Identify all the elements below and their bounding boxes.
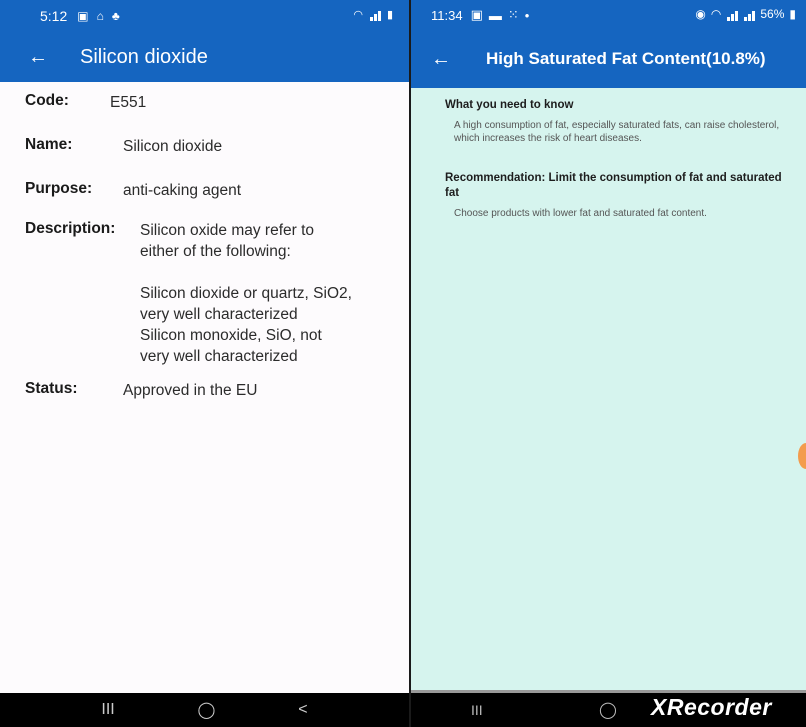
navigation-bar: III ◯ XRecorder	[411, 690, 806, 727]
section-heading: What you need to know	[445, 99, 574, 111]
recent-apps-button[interactable]: III	[471, 702, 483, 718]
code-row: Code: E551	[25, 92, 146, 113]
info-section: What you need to know A high consumption…	[445, 98, 785, 145]
image-icon: ▣	[77, 9, 89, 23]
status-row: Status: Approved in the EU	[25, 380, 257, 401]
description-value: Silicon oxide may refer to either of the…	[140, 220, 352, 367]
status-label: Status:	[25, 380, 78, 397]
battery-icon: ▮	[789, 7, 796, 21]
name-label: Name:	[25, 136, 73, 153]
nutrient-info: What you need to know A high consumption…	[445, 98, 785, 220]
info-section: Recommendation: Limit the consumption of…	[445, 171, 785, 220]
wifi-icon: ◠	[353, 9, 363, 21]
xrecorder-watermark: XRecorder	[651, 694, 772, 720]
back-button[interactable]: <	[298, 701, 307, 719]
status-value: Approved in the EU	[123, 382, 258, 399]
section-body: Choose products with lower fat and satur…	[454, 208, 707, 219]
description-line: very well characterized	[140, 348, 298, 365]
description-label: Description:	[25, 220, 116, 237]
signal-icon	[369, 9, 381, 21]
battery-text: 56%	[760, 7, 785, 21]
battery-icon: ▮	[386, 9, 393, 21]
lock-icon: ⌂	[96, 9, 104, 23]
recent-apps-button[interactable]: III	[101, 701, 114, 719]
signal-icon	[726, 7, 739, 21]
notification-icon: ♣	[111, 9, 120, 23]
image-icon: ▣	[470, 7, 483, 22]
purpose-row: Purpose: anti-caking agent	[25, 180, 241, 201]
purpose-label: Purpose:	[25, 180, 93, 197]
page-title: High Saturated Fat Content(10.8%)	[486, 49, 766, 68]
status-time: 5:12	[40, 8, 68, 24]
description-row: Description: Silicon oxide may refer to …	[25, 220, 352, 367]
right-screen: 11:34 ▣ ▬ ⁙ • ◉ ◠ 56% ▮ ← High Saturated…	[411, 0, 806, 727]
app-bar: ← High Saturated Fat Content(10.8%)	[411, 30, 806, 88]
navigation-bar: III ◯ <	[0, 693, 409, 727]
status-bar: 5:12 ▣ ⌂ ♣ ◠ ▮	[0, 0, 409, 32]
section-heading: Recommendation: Limit the consumption of…	[445, 172, 782, 199]
description-line: Silicon monoxide, SiO, not	[140, 327, 322, 344]
status-time: 11:34	[431, 7, 463, 23]
grid-icon: ⁙	[507, 7, 519, 22]
status-bar: 11:34 ▣ ▬ ⁙ • ◉ ◠ 56% ▮	[411, 0, 806, 30]
home-button[interactable]: ◯	[198, 700, 216, 720]
dot-icon: •	[524, 7, 530, 23]
alarm-icon: ◉	[695, 7, 706, 21]
wifi-icon: ◠	[710, 7, 722, 21]
purpose-value: anti-caking agent	[123, 182, 242, 199]
home-button[interactable]: ◯	[599, 700, 617, 720]
name-row: Name: Silicon dioxide	[25, 136, 222, 157]
description-line: very well characterized	[140, 306, 298, 323]
floating-bubble[interactable]	[798, 443, 806, 469]
signal-icon	[743, 7, 756, 21]
page-title: Silicon dioxide	[80, 45, 208, 68]
app-bar: ← Silicon dioxide	[0, 32, 409, 82]
back-arrow-icon[interactable]: ←	[0, 46, 70, 69]
description-line: Silicon dioxide or quartz, SiO2,	[140, 285, 352, 302]
code-value: E551	[110, 94, 147, 111]
video-icon: ▬	[488, 7, 502, 23]
back-arrow-icon[interactable]: ←	[411, 48, 451, 71]
code-label: Code:	[25, 92, 69, 109]
section-body: A high consumption of fat, especially sa…	[454, 120, 780, 144]
description-line: either of the following:	[140, 243, 291, 260]
left-screen: 5:12 ▣ ⌂ ♣ ◠ ▮ ← Silicon dioxide Code: E…	[0, 0, 409, 727]
name-value: Silicon dioxide	[123, 138, 223, 155]
description-line: Silicon oxide may refer to	[140, 222, 315, 239]
